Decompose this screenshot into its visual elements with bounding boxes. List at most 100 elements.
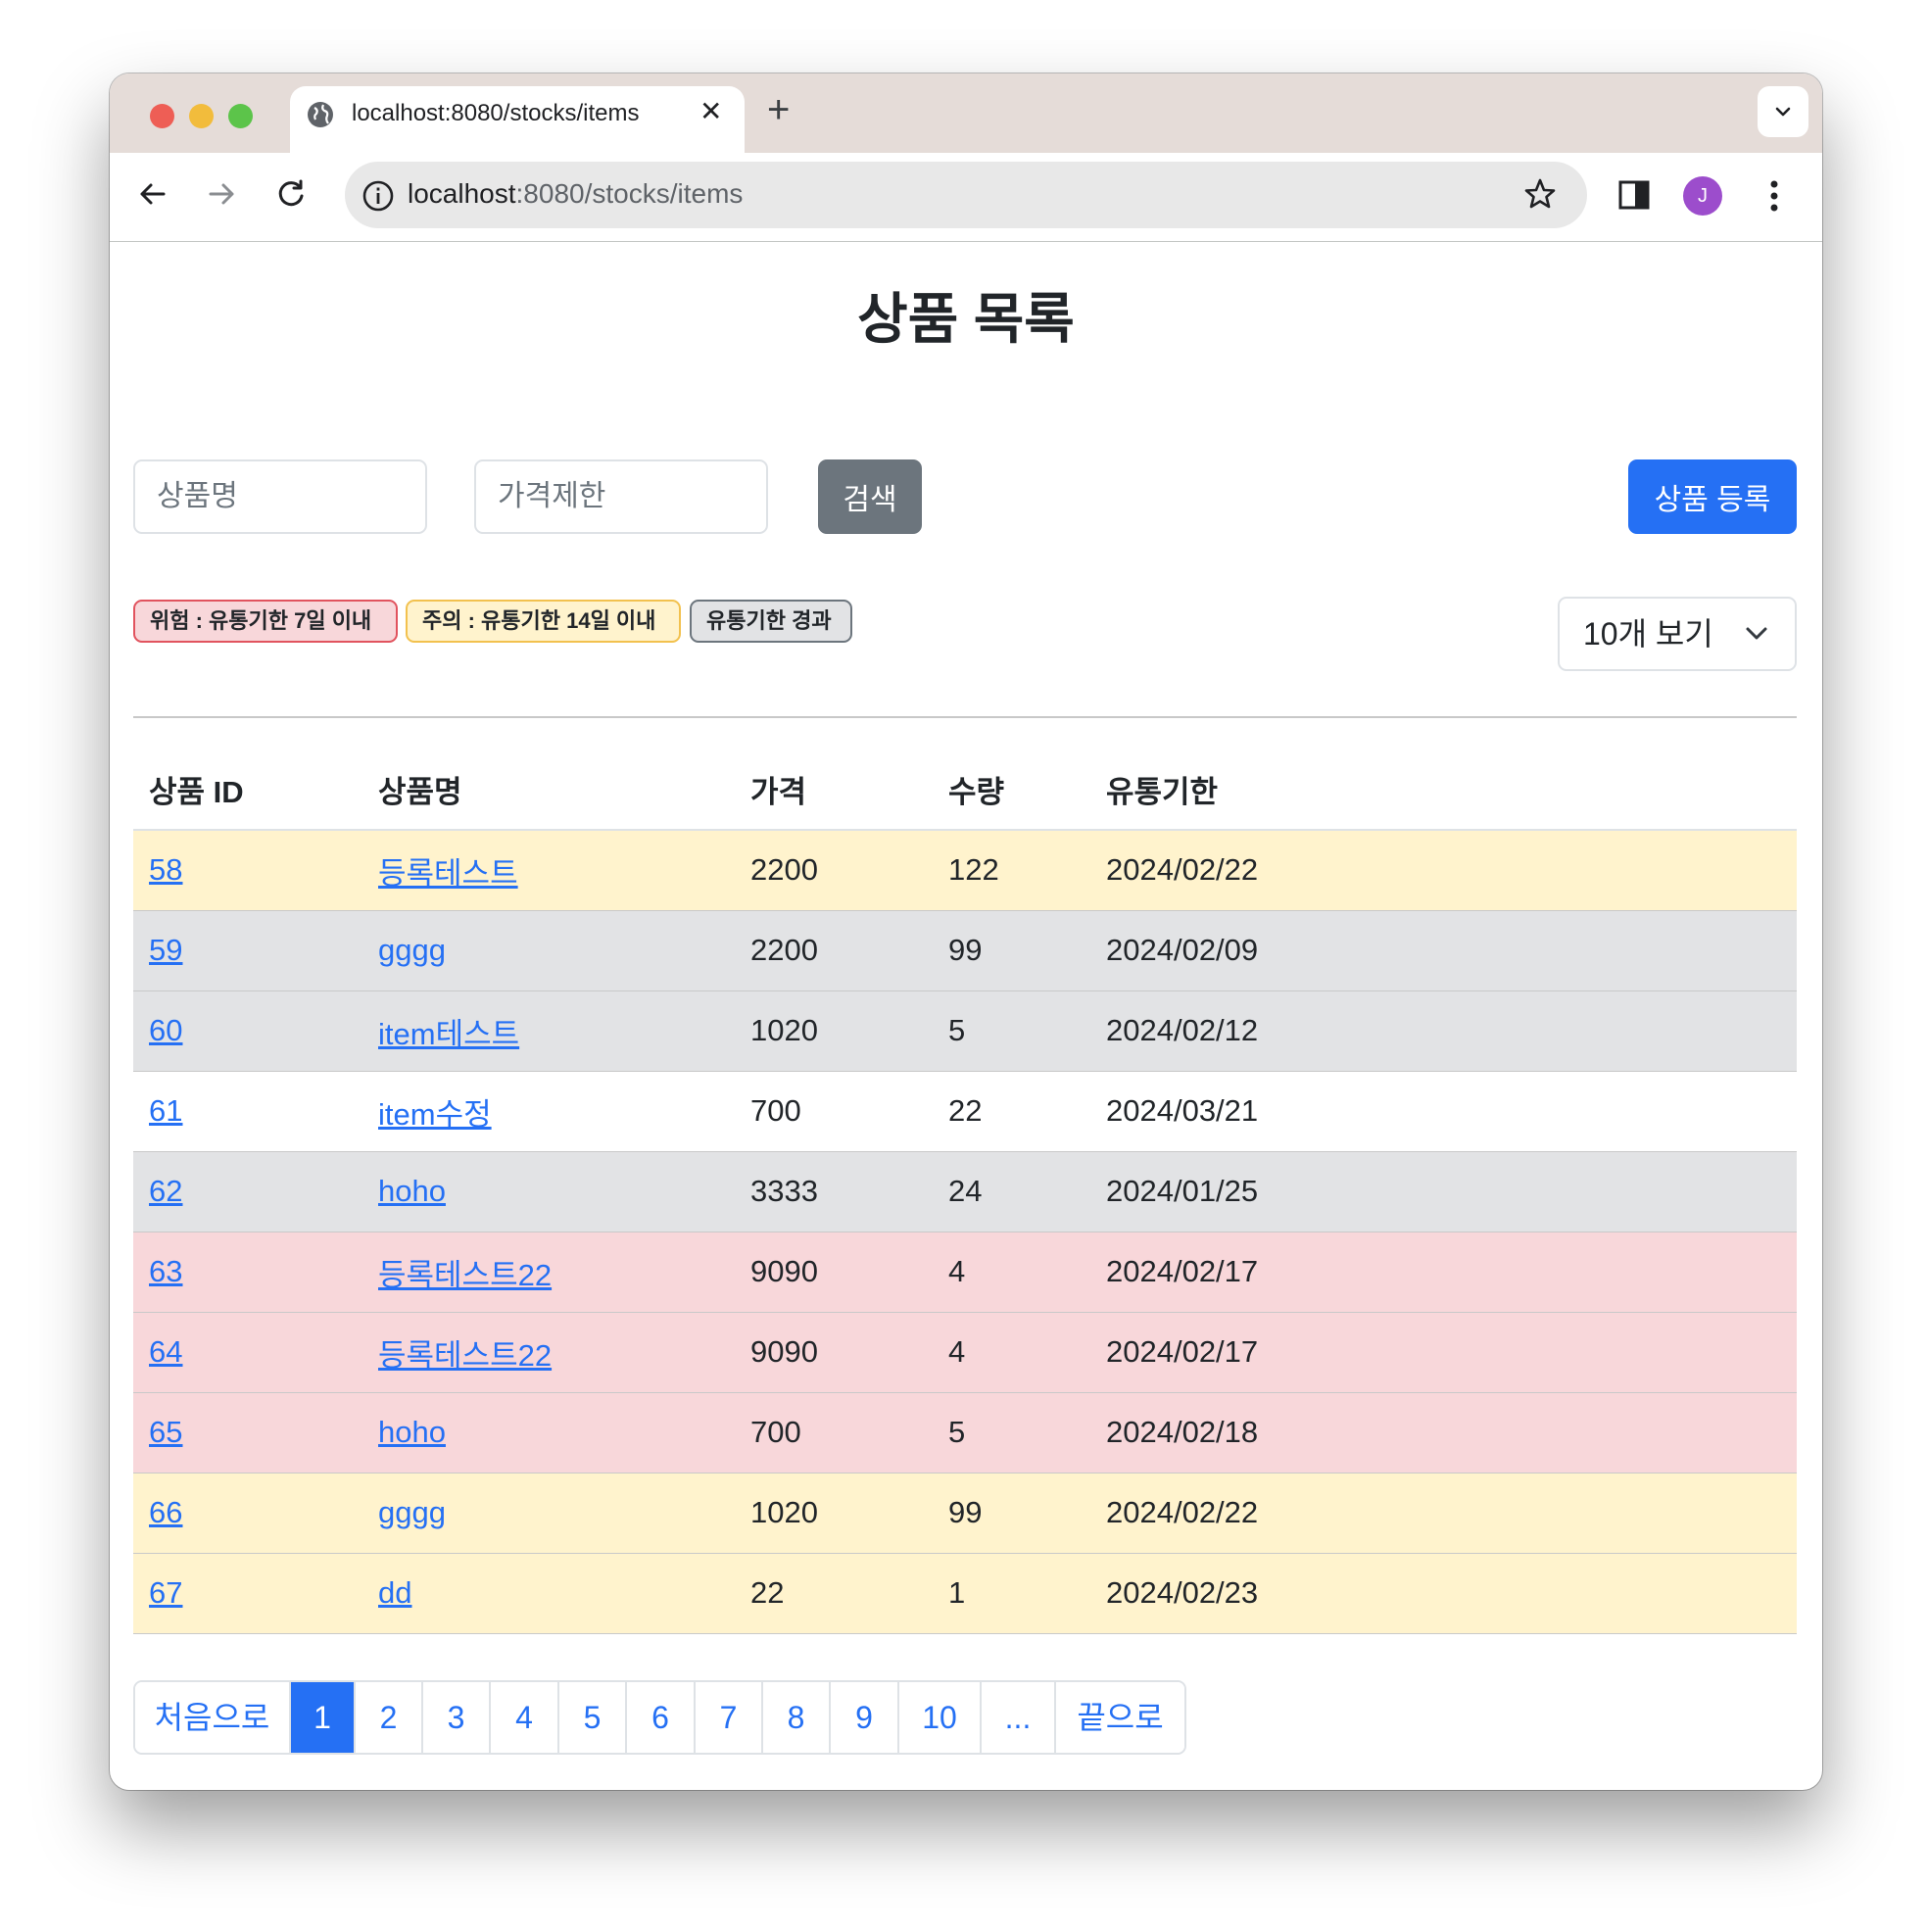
pagination-first[interactable]: 처음으로 <box>135 1682 291 1753</box>
item-name-link[interactable]: gggg <box>378 933 446 967</box>
item-price: 700 <box>735 1392 933 1473</box>
legend-danger-badge: 위험 : 유통기한 7일 이내 <box>133 600 398 643</box>
legend-expired-badge: 유통기한 경과 <box>690 600 852 643</box>
item-id-link[interactable]: 59 <box>149 933 182 967</box>
pagination-last[interactable]: 끝으로 <box>1056 1682 1184 1753</box>
item-price: 700 <box>735 1071 933 1152</box>
item-name-link[interactable]: hoho <box>378 1415 446 1449</box>
reload-icon <box>278 179 304 207</box>
product-name-input[interactable] <box>133 459 427 534</box>
header-name: 상품명 <box>362 749 735 831</box>
item-expiry: 2024/02/23 <box>1090 1553 1797 1634</box>
item-quantity: 5 <box>933 1392 1090 1473</box>
header-expiry: 유통기한 <box>1090 749 1797 831</box>
item-name-link[interactable]: gggg <box>378 1495 446 1529</box>
item-price: 1020 <box>735 1473 933 1554</box>
side-panel-icon[interactable] <box>1618 180 1650 210</box>
search-button[interactable]: 검색 <box>818 459 922 534</box>
table-row: 65 hoho 700 5 2024/02/18 <box>133 1392 1797 1473</box>
item-name-link[interactable]: 등록테스트 <box>378 856 518 891</box>
maximize-window-button[interactable] <box>228 104 253 128</box>
item-expiry: 2024/02/22 <box>1090 1473 1797 1554</box>
header-price: 가격 <box>735 749 933 831</box>
table-row: 67 dd 22 1 2024/02/23 <box>133 1553 1797 1634</box>
table-row: 63 등록테스트22 9090 4 2024/02/17 <box>133 1232 1797 1313</box>
item-id-link[interactable]: 63 <box>149 1254 182 1288</box>
item-id-link[interactable]: 67 <box>149 1575 182 1610</box>
pagination-page-6[interactable]: 6 <box>627 1682 696 1753</box>
item-quantity: 99 <box>933 910 1090 991</box>
pagination-page-7[interactable]: 7 <box>696 1682 763 1753</box>
reload-button[interactable] <box>270 172 313 216</box>
item-id-link[interactable]: 66 <box>149 1495 182 1529</box>
page-title: 상품 목록 <box>857 288 1075 350</box>
item-id-link[interactable]: 65 <box>149 1415 182 1449</box>
browser-tab[interactable]: localhost:8080/stocks/items ✕ <box>290 86 745 153</box>
item-name-link[interactable]: hoho <box>378 1174 446 1208</box>
browser-window: localhost:8080/stocks/items ✕ + localhos… <box>110 73 1822 1790</box>
address-bar[interactable]: localhost:8080/stocks/items <box>345 162 1587 228</box>
header-quantity: 수량 <box>933 749 1090 831</box>
pagination-page-10[interactable]: 10 <box>899 1682 982 1753</box>
item-name-link[interactable]: dd <box>378 1575 411 1610</box>
pagination-page-9[interactable]: 9 <box>831 1682 899 1753</box>
bookmark-star-icon[interactable] <box>1522 176 1558 212</box>
new-tab-icon[interactable]: + <box>767 90 790 129</box>
minimize-window-button[interactable] <box>189 104 214 128</box>
pagination-page-3[interactable]: 3 <box>423 1682 491 1753</box>
pagination-page-5[interactable]: 5 <box>559 1682 627 1753</box>
table-row: 61 item수정 700 22 2024/03/21 <box>133 1071 1797 1152</box>
table-row: 58 등록테스트 2200 122 2024/02/22 <box>133 830 1797 911</box>
item-id-link[interactable]: 64 <box>149 1334 182 1369</box>
item-price: 9090 <box>735 1312 933 1393</box>
price-limit-input[interactable] <box>474 459 768 534</box>
site-info-icon[interactable] <box>361 178 396 214</box>
item-id-link[interactable]: 62 <box>149 1174 182 1208</box>
item-expiry: 2024/02/09 <box>1090 910 1797 991</box>
pagination: 처음으로 1 2 3 4 5 6 7 8 9 10 ... 끝으로 <box>133 1680 1186 1755</box>
globe-icon <box>308 102 333 127</box>
back-arrow-icon <box>140 183 166 205</box>
page-size-select[interactable]: 10개 보기 <box>1558 597 1797 671</box>
pagination-page-8[interactable]: 8 <box>763 1682 831 1753</box>
pagination-page-4[interactable]: 4 <box>491 1682 559 1753</box>
item-price: 1020 <box>735 990 933 1072</box>
item-price: 2200 <box>735 910 933 991</box>
item-price: 2200 <box>735 830 933 911</box>
table-row: 66 gggg 1020 99 2024/02/22 <box>133 1473 1797 1554</box>
item-id-link[interactable]: 58 <box>149 852 182 887</box>
close-window-button[interactable] <box>150 104 174 128</box>
tab-title: localhost:8080/stocks/items <box>352 100 640 126</box>
item-name-link[interactable]: 등록테스트22 <box>378 1258 552 1292</box>
item-id-link[interactable]: 60 <box>149 1013 182 1047</box>
item-quantity: 122 <box>933 830 1090 911</box>
item-quantity: 5 <box>933 990 1090 1072</box>
pagination-ellipsis[interactable]: ... <box>982 1682 1056 1753</box>
item-price: 3333 <box>735 1151 933 1232</box>
more-options-icon[interactable] <box>1768 176 1780 216</box>
profile-avatar[interactable]: J <box>1683 176 1722 216</box>
item-quantity: 24 <box>933 1151 1090 1232</box>
header-id: 상품 ID <box>133 749 362 831</box>
item-expiry: 2024/02/12 <box>1090 990 1797 1072</box>
item-name-link[interactable]: item수정 <box>378 1097 492 1132</box>
pagination-page-2[interactable]: 2 <box>356 1682 423 1753</box>
item-name-link[interactable]: item테스트 <box>378 1017 519 1051</box>
tab-search-button[interactable] <box>1758 86 1808 137</box>
register-product-button[interactable]: 상품 등록 <box>1628 459 1797 534</box>
chevron-down-icon <box>1746 627 1767 640</box>
item-quantity: 22 <box>933 1071 1090 1152</box>
forward-arrow-icon <box>209 183 234 205</box>
pagination-page-1[interactable]: 1 <box>291 1682 356 1753</box>
item-expiry: 2024/02/17 <box>1090 1312 1797 1393</box>
forward-button[interactable] <box>200 172 243 216</box>
table-header-row: 상품 ID 상품명 가격 수량 유통기한 <box>133 749 1797 831</box>
close-tab-icon[interactable]: ✕ <box>699 98 722 125</box>
page-content: 상품 목록 검색 상품 등록 위험 : 유통기한 7일 이내 주의 : 유통기한… <box>110 242 1822 1790</box>
item-price: 9090 <box>735 1232 933 1313</box>
back-button[interactable] <box>131 172 174 216</box>
table-row: 60 item테스트 1020 5 2024/02/12 <box>133 990 1797 1072</box>
item-id-link[interactable]: 61 <box>149 1093 182 1128</box>
item-name-link[interactable]: 등록테스트22 <box>378 1338 552 1373</box>
url-host: localhost <box>408 178 516 209</box>
